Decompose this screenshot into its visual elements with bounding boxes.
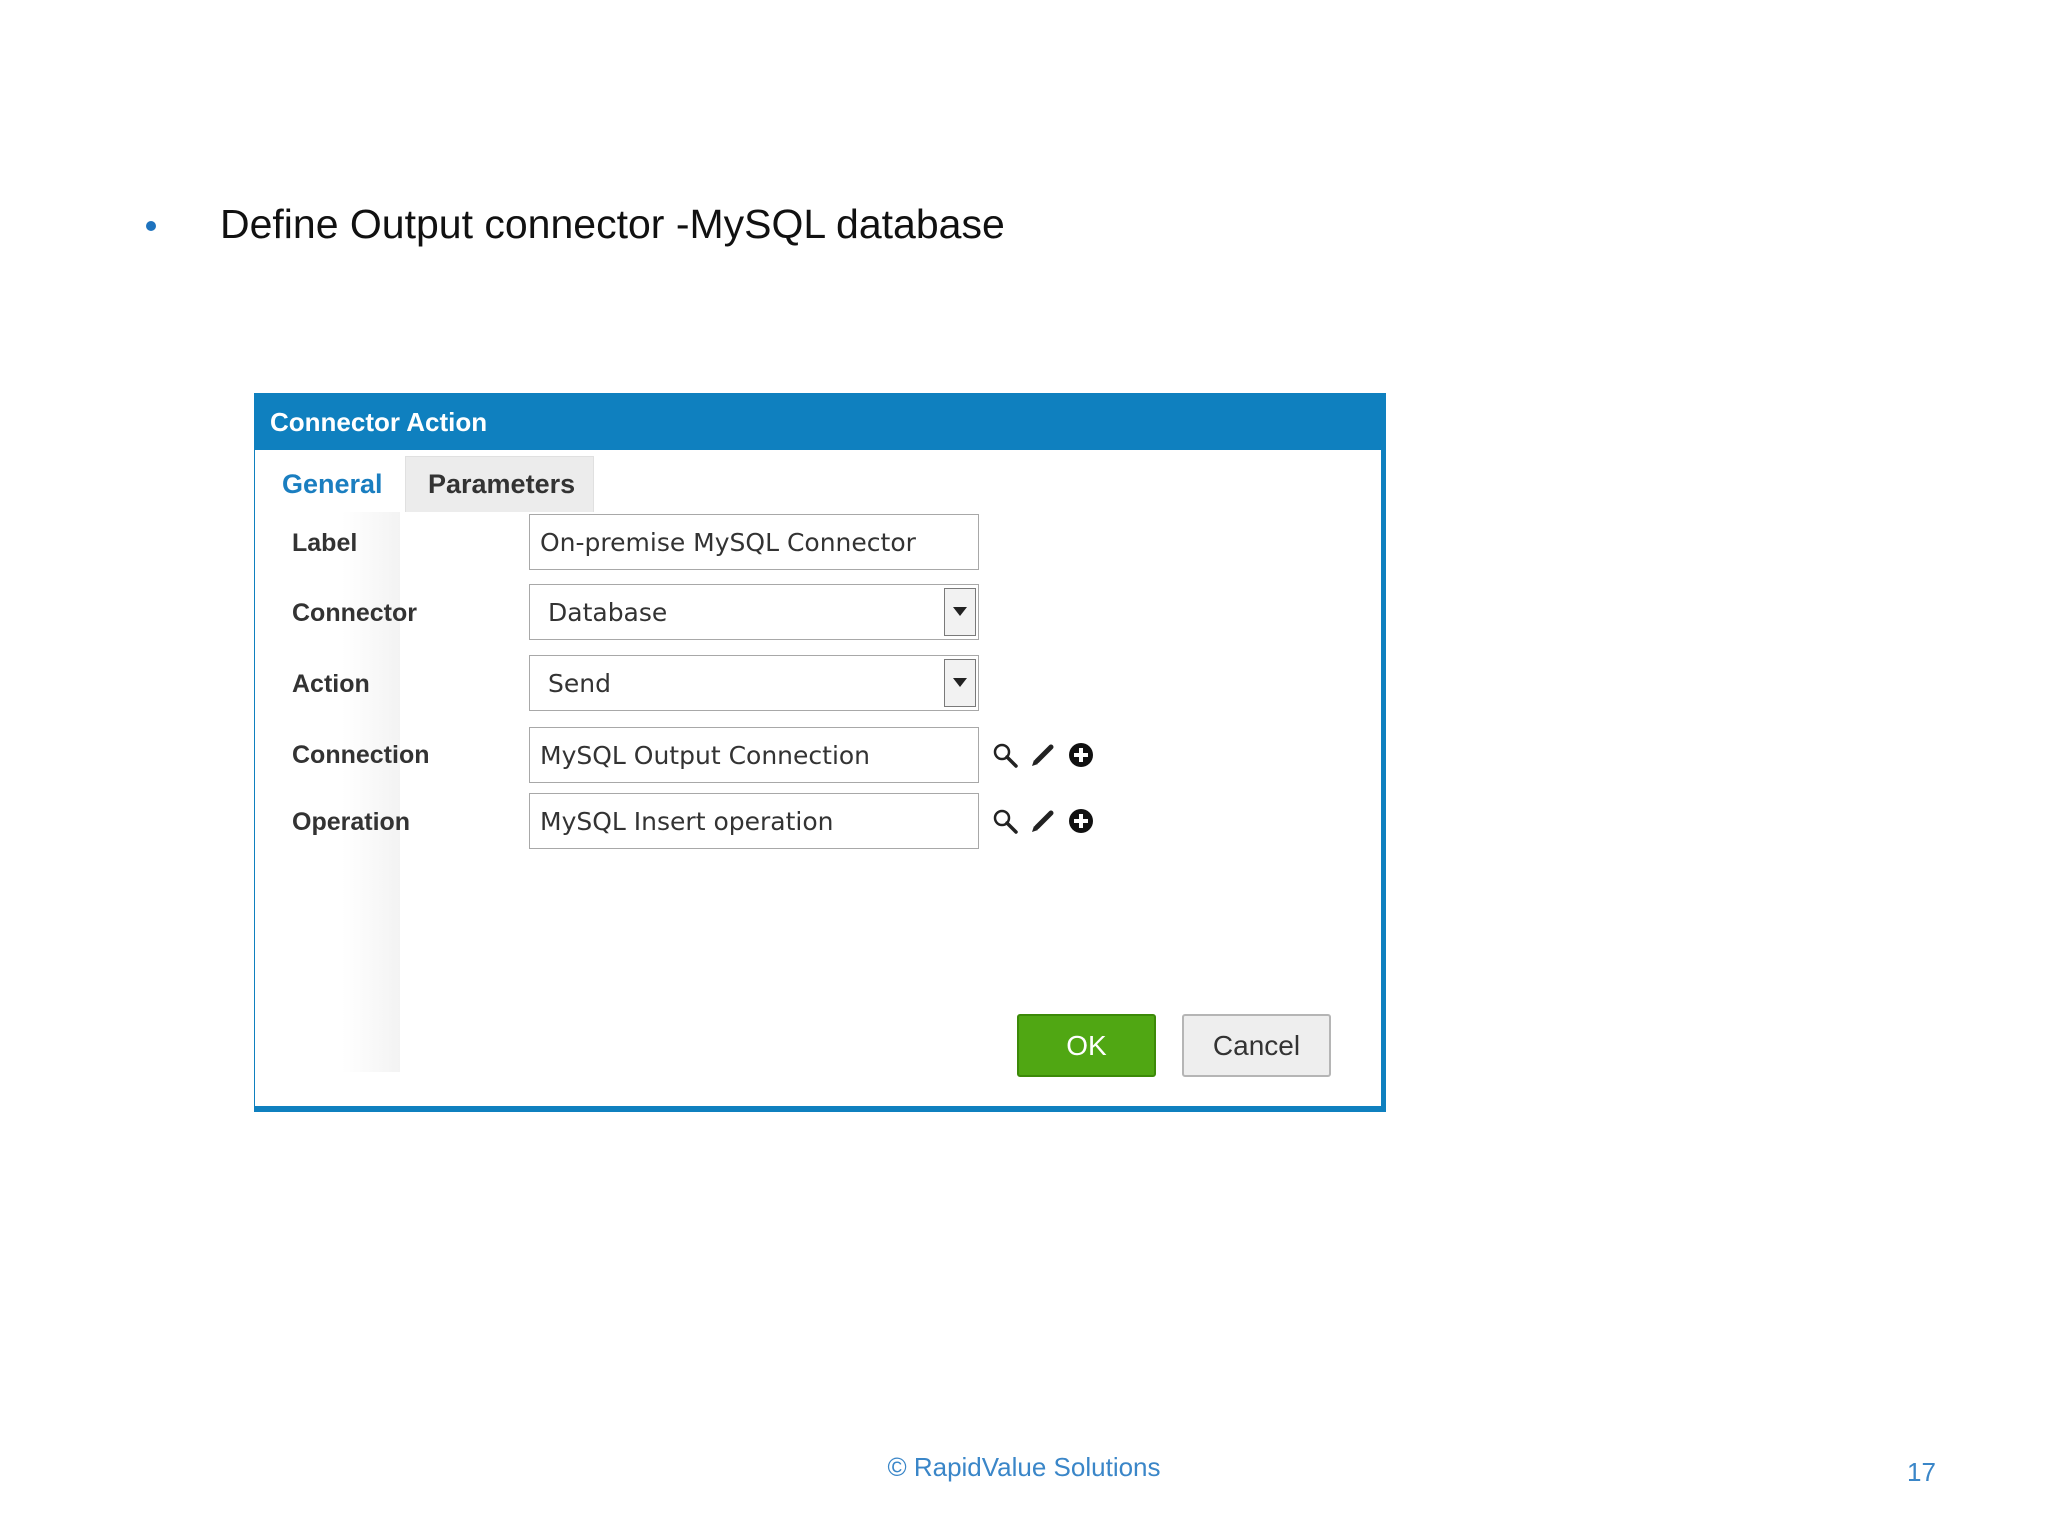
- search-icon: [993, 743, 1018, 768]
- add-icon: [1069, 743, 1093, 767]
- connector-select-value: Database: [548, 597, 668, 627]
- operation-actions: [991, 793, 1095, 849]
- action-select-value: Send: [548, 668, 611, 698]
- bullet-line: Define Output connector -MySQL database: [146, 196, 1005, 252]
- dialog-title-bar: Connector Action: [255, 394, 1381, 450]
- bullet-text: Define Output connector -MySQL database: [220, 200, 1005, 247]
- connector-dropdown-button[interactable]: [944, 588, 976, 636]
- tab-parameters[interactable]: Parameters: [405, 456, 594, 512]
- operation-field-label: Operation: [292, 808, 411, 836]
- operation-add-button[interactable]: [1067, 807, 1095, 835]
- connection-input[interactable]: MySQL Output Connection: [529, 727, 979, 783]
- add-icon: [1069, 809, 1093, 833]
- label-field-label: Label: [292, 529, 358, 557]
- operation-search-button[interactable]: [991, 807, 1019, 835]
- dialog-title: Connector Action: [270, 406, 488, 437]
- ok-button[interactable]: OK: [1017, 1014, 1156, 1077]
- connection-add-button[interactable]: [1067, 741, 1095, 769]
- connection-field-label: Connection: [292, 741, 430, 769]
- connection-edit-button[interactable]: [1029, 741, 1057, 769]
- connector-action-dialog: Connector Action General Parameters Labe…: [254, 393, 1386, 1112]
- action-field-label: Action: [292, 670, 370, 698]
- action-select[interactable]: Send: [529, 655, 979, 711]
- edit-icon: [1032, 810, 1054, 832]
- connection-actions: [991, 727, 1095, 783]
- bullet-icon: [146, 220, 156, 231]
- search-icon: [993, 809, 1018, 834]
- tab-general[interactable]: General: [255, 456, 405, 512]
- action-dropdown-button[interactable]: [944, 659, 976, 707]
- label-input[interactable]: On-premise MySQL Connector: [529, 514, 979, 570]
- cancel-button[interactable]: Cancel: [1182, 1014, 1331, 1077]
- connection-search-button[interactable]: [991, 741, 1019, 769]
- page-number: 17: [1907, 1457, 1936, 1487]
- chevron-down-icon: [953, 678, 967, 687]
- tab-bar: General Parameters: [255, 450, 1381, 512]
- chevron-down-icon: [953, 607, 967, 616]
- slide: Define Output connector -MySQL database …: [0, 0, 2048, 1536]
- footer-copyright: © RapidValue Solutions: [887, 1452, 1161, 1482]
- operation-edit-button[interactable]: [1029, 807, 1057, 835]
- connector-field-label: Connector: [292, 599, 417, 627]
- edit-icon: [1032, 744, 1054, 766]
- operation-input[interactable]: MySQL Insert operation: [529, 793, 979, 849]
- label-column: [255, 512, 400, 1072]
- connector-select[interactable]: Database: [529, 584, 979, 640]
